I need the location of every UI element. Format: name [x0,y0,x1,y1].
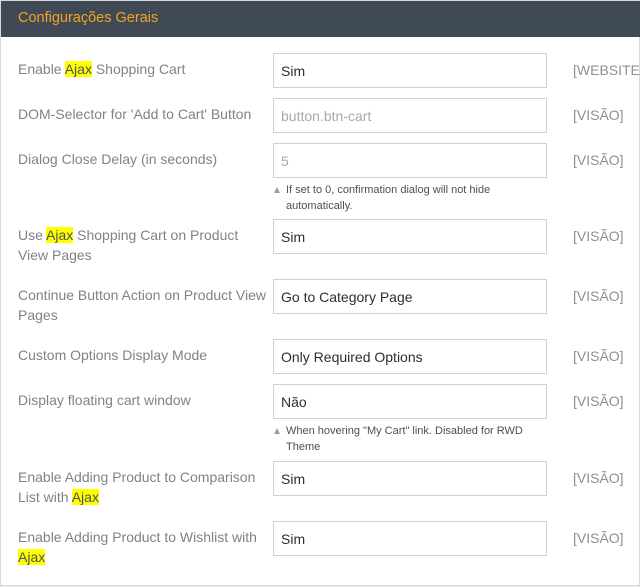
setting-label: Custom Options Display Mode [18,347,208,363]
setting-label: Continue Button Action on Product View P… [18,287,267,323]
triangle-up-icon [274,428,280,434]
setting-label: Enable Adding Product to Wishlist with A… [18,529,257,565]
scope-label: [WEBSITE] [573,62,640,78]
setting-note: If set to 0, confirmation dialog will no… [274,182,534,212]
product-view-ajax-select[interactable]: Sim [273,219,547,254]
enable-ajax-cart-select[interactable]: Sim [273,53,547,88]
custom-options-select[interactable]: Only Required Options [273,339,547,374]
scope-label: [VISÃO] [573,228,624,244]
scope-label: [VISÃO] [573,393,624,409]
setting-label: Display floating cart window [18,392,191,408]
config-panel: Configurações Gerais Enable Ajax Shoppin… [0,0,640,586]
setting-note: When hovering "My Cart" link. Disabled f… [274,423,534,453]
comparison-ajax-select[interactable]: Sim [273,461,547,496]
search-highlight: Ajax [71,489,99,505]
scope-label: [VISÃO] [573,348,624,364]
scope-label: [VISÃO] [573,107,624,123]
scope-label: [VISÃO] [573,530,624,546]
dom-selector-input[interactable]: button.btn-cart [273,98,547,133]
continue-action-select[interactable]: Go to Category Page [273,279,547,314]
setting-label: Enable Adding Product to Comparison List… [18,469,256,505]
search-highlight: Ajax [64,61,92,77]
search-highlight: Ajax [46,227,74,243]
section-title: Configurações Gerais [18,10,159,26]
setting-label: Dialog Close Delay (in seconds) [18,151,218,167]
wishlist-ajax-select[interactable]: Sim [273,521,547,556]
setting-label: Use Ajax Shopping Cart on Product View P… [18,227,239,263]
section-header[interactable]: Configurações Gerais [1,1,640,37]
search-highlight: Ajax [18,549,46,565]
triangle-up-icon [274,187,280,193]
scope-label: [VISÃO] [573,152,624,168]
scope-label: [VISÃO] [573,288,624,304]
setting-label: DOM-Selector for 'Add to Cart' Button [18,106,252,122]
floating-cart-select[interactable]: Não [273,384,547,419]
scope-label: [VISÃO] [573,470,624,486]
setting-label: Enable Ajax Shopping Cart [18,61,186,77]
dialog-delay-input[interactable]: 5 [273,143,547,178]
